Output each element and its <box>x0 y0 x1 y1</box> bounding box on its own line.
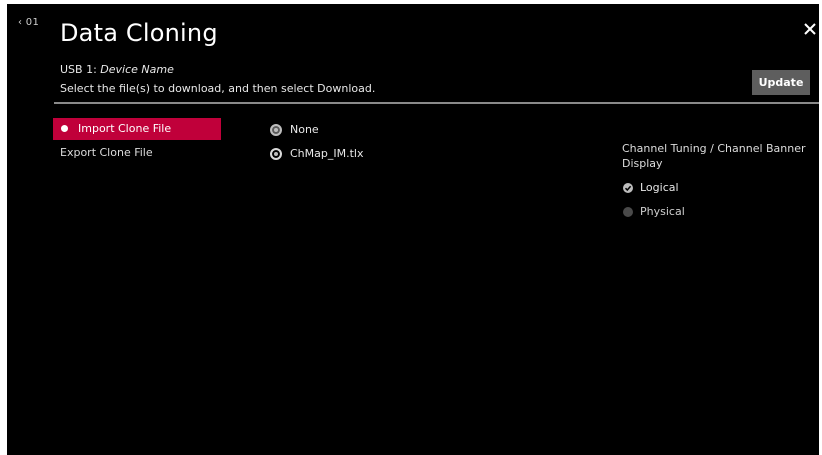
data-cloning-screen: ‹ 01 Data Cloning USB 1: Device Name Sel… <box>7 4 819 455</box>
device-name: Device Name <box>100 63 174 76</box>
instruction-text: Select the file(s) to download, and then… <box>60 82 376 95</box>
option-label: Physical <box>640 205 685 218</box>
update-button[interactable]: Update <box>752 70 810 95</box>
selected-dot-icon <box>61 125 68 132</box>
menu-item-import-clone-file[interactable]: Import Clone File <box>53 118 221 140</box>
close-icon <box>804 23 816 35</box>
check-icon <box>623 183 633 193</box>
channel-banner-label: Channel Tuning / Channel Banner Display <box>622 142 806 170</box>
menu-item-label: Import Clone File <box>78 122 172 135</box>
menu-item-label: Export Clone File <box>60 146 153 159</box>
back-button[interactable]: ‹ 01 <box>18 17 39 28</box>
menu-item-export-clone-file[interactable]: Export Clone File <box>53 142 221 164</box>
radio-disabled-icon <box>623 207 633 217</box>
radio-unselected-icon <box>270 124 282 136</box>
file-option-label: None <box>290 123 319 136</box>
back-label: ‹ 01 <box>18 17 40 28</box>
close-button[interactable] <box>802 21 818 37</box>
device-prefix: USB 1: <box>60 63 101 76</box>
device-line: USB 1: Device Name <box>60 63 174 76</box>
divider <box>54 102 819 104</box>
file-option-label: ChMap_IM.tlx <box>290 147 364 160</box>
page-title: Data Cloning <box>60 19 218 47</box>
option-label: Logical <box>640 181 679 194</box>
radio-selected-icon <box>270 148 282 160</box>
